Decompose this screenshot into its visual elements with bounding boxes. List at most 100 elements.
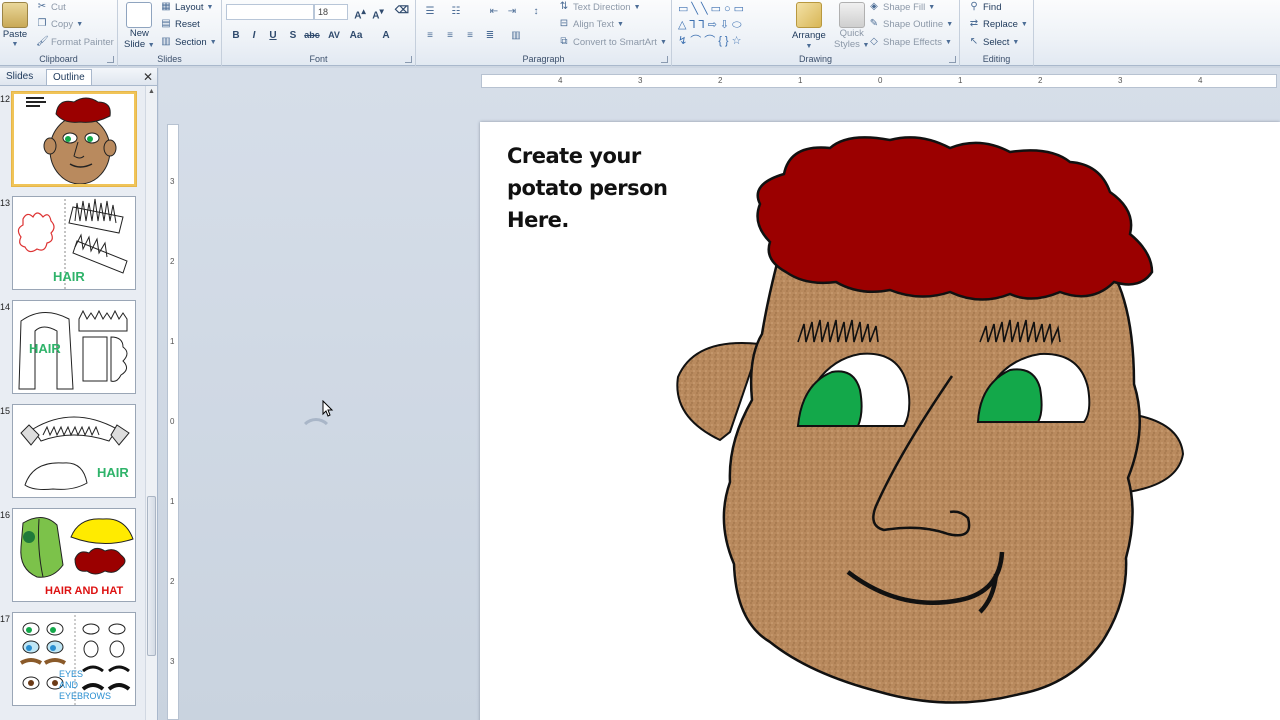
slide-number: 14	[0, 302, 11, 312]
slide-thumbnail-13[interactable]: 13 HAIR	[0, 196, 144, 292]
pen-icon: ✎	[869, 18, 879, 29]
align-text-button[interactable]: ⊟ Align Text ▼	[558, 18, 624, 30]
clipboard-label: Clipboard	[39, 54, 78, 64]
italic-icon[interactable]: I	[246, 30, 262, 41]
bold-icon[interactable]: B	[228, 30, 244, 41]
bullets-icon[interactable]: ☰	[424, 6, 436, 18]
paragraph-label: Paragraph	[522, 54, 565, 64]
thumbnail-caption: HAIR	[29, 341, 61, 356]
quick-styles-button[interactable]: Quick Styles ▼	[834, 2, 869, 51]
align-right-icon[interactable]: ≡	[464, 30, 476, 42]
pane-tabs: Slides Outline ✕	[0, 68, 157, 86]
effects-icon: ◇	[870, 36, 878, 47]
ruler-tick-label: 4	[1198, 76, 1203, 85]
paste-button[interactable]: Paste ▼	[2, 2, 28, 48]
find-button[interactable]: ⚲ Find	[968, 1, 1001, 13]
align-center-icon[interactable]: ≡	[444, 30, 456, 42]
close-icon[interactable]: ✕	[143, 70, 153, 84]
binoculars-icon: ⚲	[970, 1, 978, 12]
slide-thumbnail-17[interactable]: 17 EYES AND EYEBROWS	[0, 612, 144, 708]
columns-icon[interactable]: ▥	[510, 30, 522, 42]
scrollbar-thumb[interactable]	[147, 496, 156, 656]
editing-label: Editing	[982, 54, 1011, 64]
layout-icon: ▦	[161, 1, 171, 12]
shrink-font-icon[interactable]: A▾	[370, 6, 386, 21]
drawing-launcher-icon[interactable]	[949, 56, 956, 63]
ruler-tick-label: 3	[1118, 76, 1123, 85]
tab-outline[interactable]: Outline	[46, 69, 92, 85]
pane-scrollbar[interactable]: ▲	[145, 86, 157, 720]
shape-outline-button[interactable]: ✎ Shape Outline ▼	[868, 18, 953, 30]
font-launcher-icon[interactable]	[405, 56, 412, 63]
potato-face-thumbnail-icon	[26, 97, 117, 184]
pointer-icon: ↖	[969, 36, 979, 47]
shapes-gallery[interactable]: ▭╲╲▭○▭ △⅂⅂⇨⇩⬭ ↯⌒⌒{}☆	[678, 1, 784, 47]
decrease-indent-icon[interactable]: ⇤	[488, 6, 500, 18]
increase-indent-icon[interactable]: ⇥	[506, 6, 518, 18]
slides-label: Slides	[157, 54, 182, 64]
potato-head	[722, 240, 1142, 704]
slide-thumbnail-12[interactable]: 12	[0, 92, 144, 188]
chevron-down-icon: ▼	[805, 43, 813, 50]
arrange-button[interactable]: Arrange ▼	[792, 2, 826, 50]
numbering-icon[interactable]: ☷	[450, 6, 462, 18]
chevron-down-icon: ▼	[1020, 20, 1028, 28]
section-button[interactable]: ▥ Section ▼	[160, 36, 216, 48]
chevron-down-icon: ▼	[633, 3, 641, 11]
ruler-tick-label: 1	[798, 76, 803, 85]
slide-thumbnail-14[interactable]: 14 HAIR	[0, 300, 144, 396]
format-painter-button[interactable]: 🖌 Format Painter	[36, 36, 114, 48]
line-spacing-icon[interactable]: ↕	[530, 6, 542, 18]
underline-icon[interactable]: U	[265, 30, 281, 41]
slide-number: 15	[0, 406, 11, 416]
chevron-down-icon: ▼	[206, 3, 214, 11]
tab-slides[interactable]: Slides	[0, 69, 39, 85]
font-color-icon[interactable]: A	[378, 30, 394, 41]
new-slide-icon	[126, 2, 153, 28]
cut-button[interactable]: ✂ Cut	[36, 1, 66, 13]
chevron-down-icon: ▼	[1012, 38, 1020, 46]
slide-thumbnail-15[interactable]: 15 HAIR	[0, 404, 144, 500]
shape-fill-button[interactable]: ◈ Shape Fill ▼	[868, 1, 935, 13]
replace-button[interactable]: ⇄ Replace ▼	[968, 18, 1028, 30]
slide-number: 17	[0, 614, 11, 624]
font-label: Font	[309, 54, 328, 64]
clipboard-group: Paste ▼ ✂ Cut ❐ Copy ▼ 🖌 Format Painter …	[0, 0, 118, 66]
align-left-icon[interactable]: ≡	[424, 30, 436, 42]
slide-thumbnail-image: EYES AND EYEBROWS	[12, 612, 136, 706]
chevron-down-icon: ▼	[617, 20, 624, 28]
font-size-combo[interactable]: 18	[314, 4, 348, 20]
paragraph-launcher-icon[interactable]	[661, 56, 668, 63]
slide-canvas[interactable]: Create your potato person Here.	[480, 122, 1280, 720]
copy-button[interactable]: ❐ Copy ▼	[36, 18, 84, 30]
font-name-combo[interactable]	[226, 4, 314, 20]
arrange-icon	[795, 2, 822, 28]
chevron-down-icon: ▼	[147, 42, 155, 49]
smartart-icon: ⧉	[560, 36, 568, 47]
ruler-tick-label: 0	[878, 76, 883, 85]
loading-spinner-icon	[299, 418, 333, 452]
scroll-up-icon[interactable]: ▲	[148, 88, 155, 95]
reset-button[interactable]: ▤ Reset	[160, 18, 200, 30]
chevron-down-icon: ▼	[659, 38, 667, 46]
justify-icon[interactable]: ≣	[484, 30, 496, 42]
slides-group: New Slide ▼ ▦ Layout ▼ ▤ Reset ▥ Section…	[118, 0, 222, 66]
new-slide-button[interactable]: New Slide ▼	[124, 2, 155, 51]
change-case-icon[interactable]: Aa	[348, 30, 364, 41]
slide-thumbnail-16[interactable]: 16 HAIR AND HAT	[0, 508, 144, 604]
chevron-down-icon: ▼	[11, 41, 19, 48]
chevron-down-icon: ▼	[944, 38, 952, 46]
grow-font-icon[interactable]: A▴	[352, 6, 368, 21]
thumbnail-caption: HAIR	[97, 465, 129, 480]
strikethrough-icon[interactable]: abc	[304, 30, 320, 40]
convert-smartart-button[interactable]: ⧉ Convert to SmartArt ▼	[558, 36, 667, 48]
shadow-icon[interactable]: S	[285, 30, 301, 41]
text-direction-button[interactable]: ⇅ Text Direction ▼	[558, 1, 641, 13]
clipboard-launcher-icon[interactable]	[107, 56, 114, 63]
char-spacing-icon[interactable]: AV	[326, 30, 342, 40]
layout-button[interactable]: ▦ Layout ▼	[160, 1, 213, 13]
shape-effects-button[interactable]: ◇ Shape Effects ▼	[868, 36, 952, 48]
slide-thumbnail-image: HAIR AND HAT	[12, 508, 136, 602]
clear-format-icon[interactable]: ⌫	[394, 5, 410, 16]
select-button[interactable]: ↖ Select ▼	[968, 36, 1020, 48]
